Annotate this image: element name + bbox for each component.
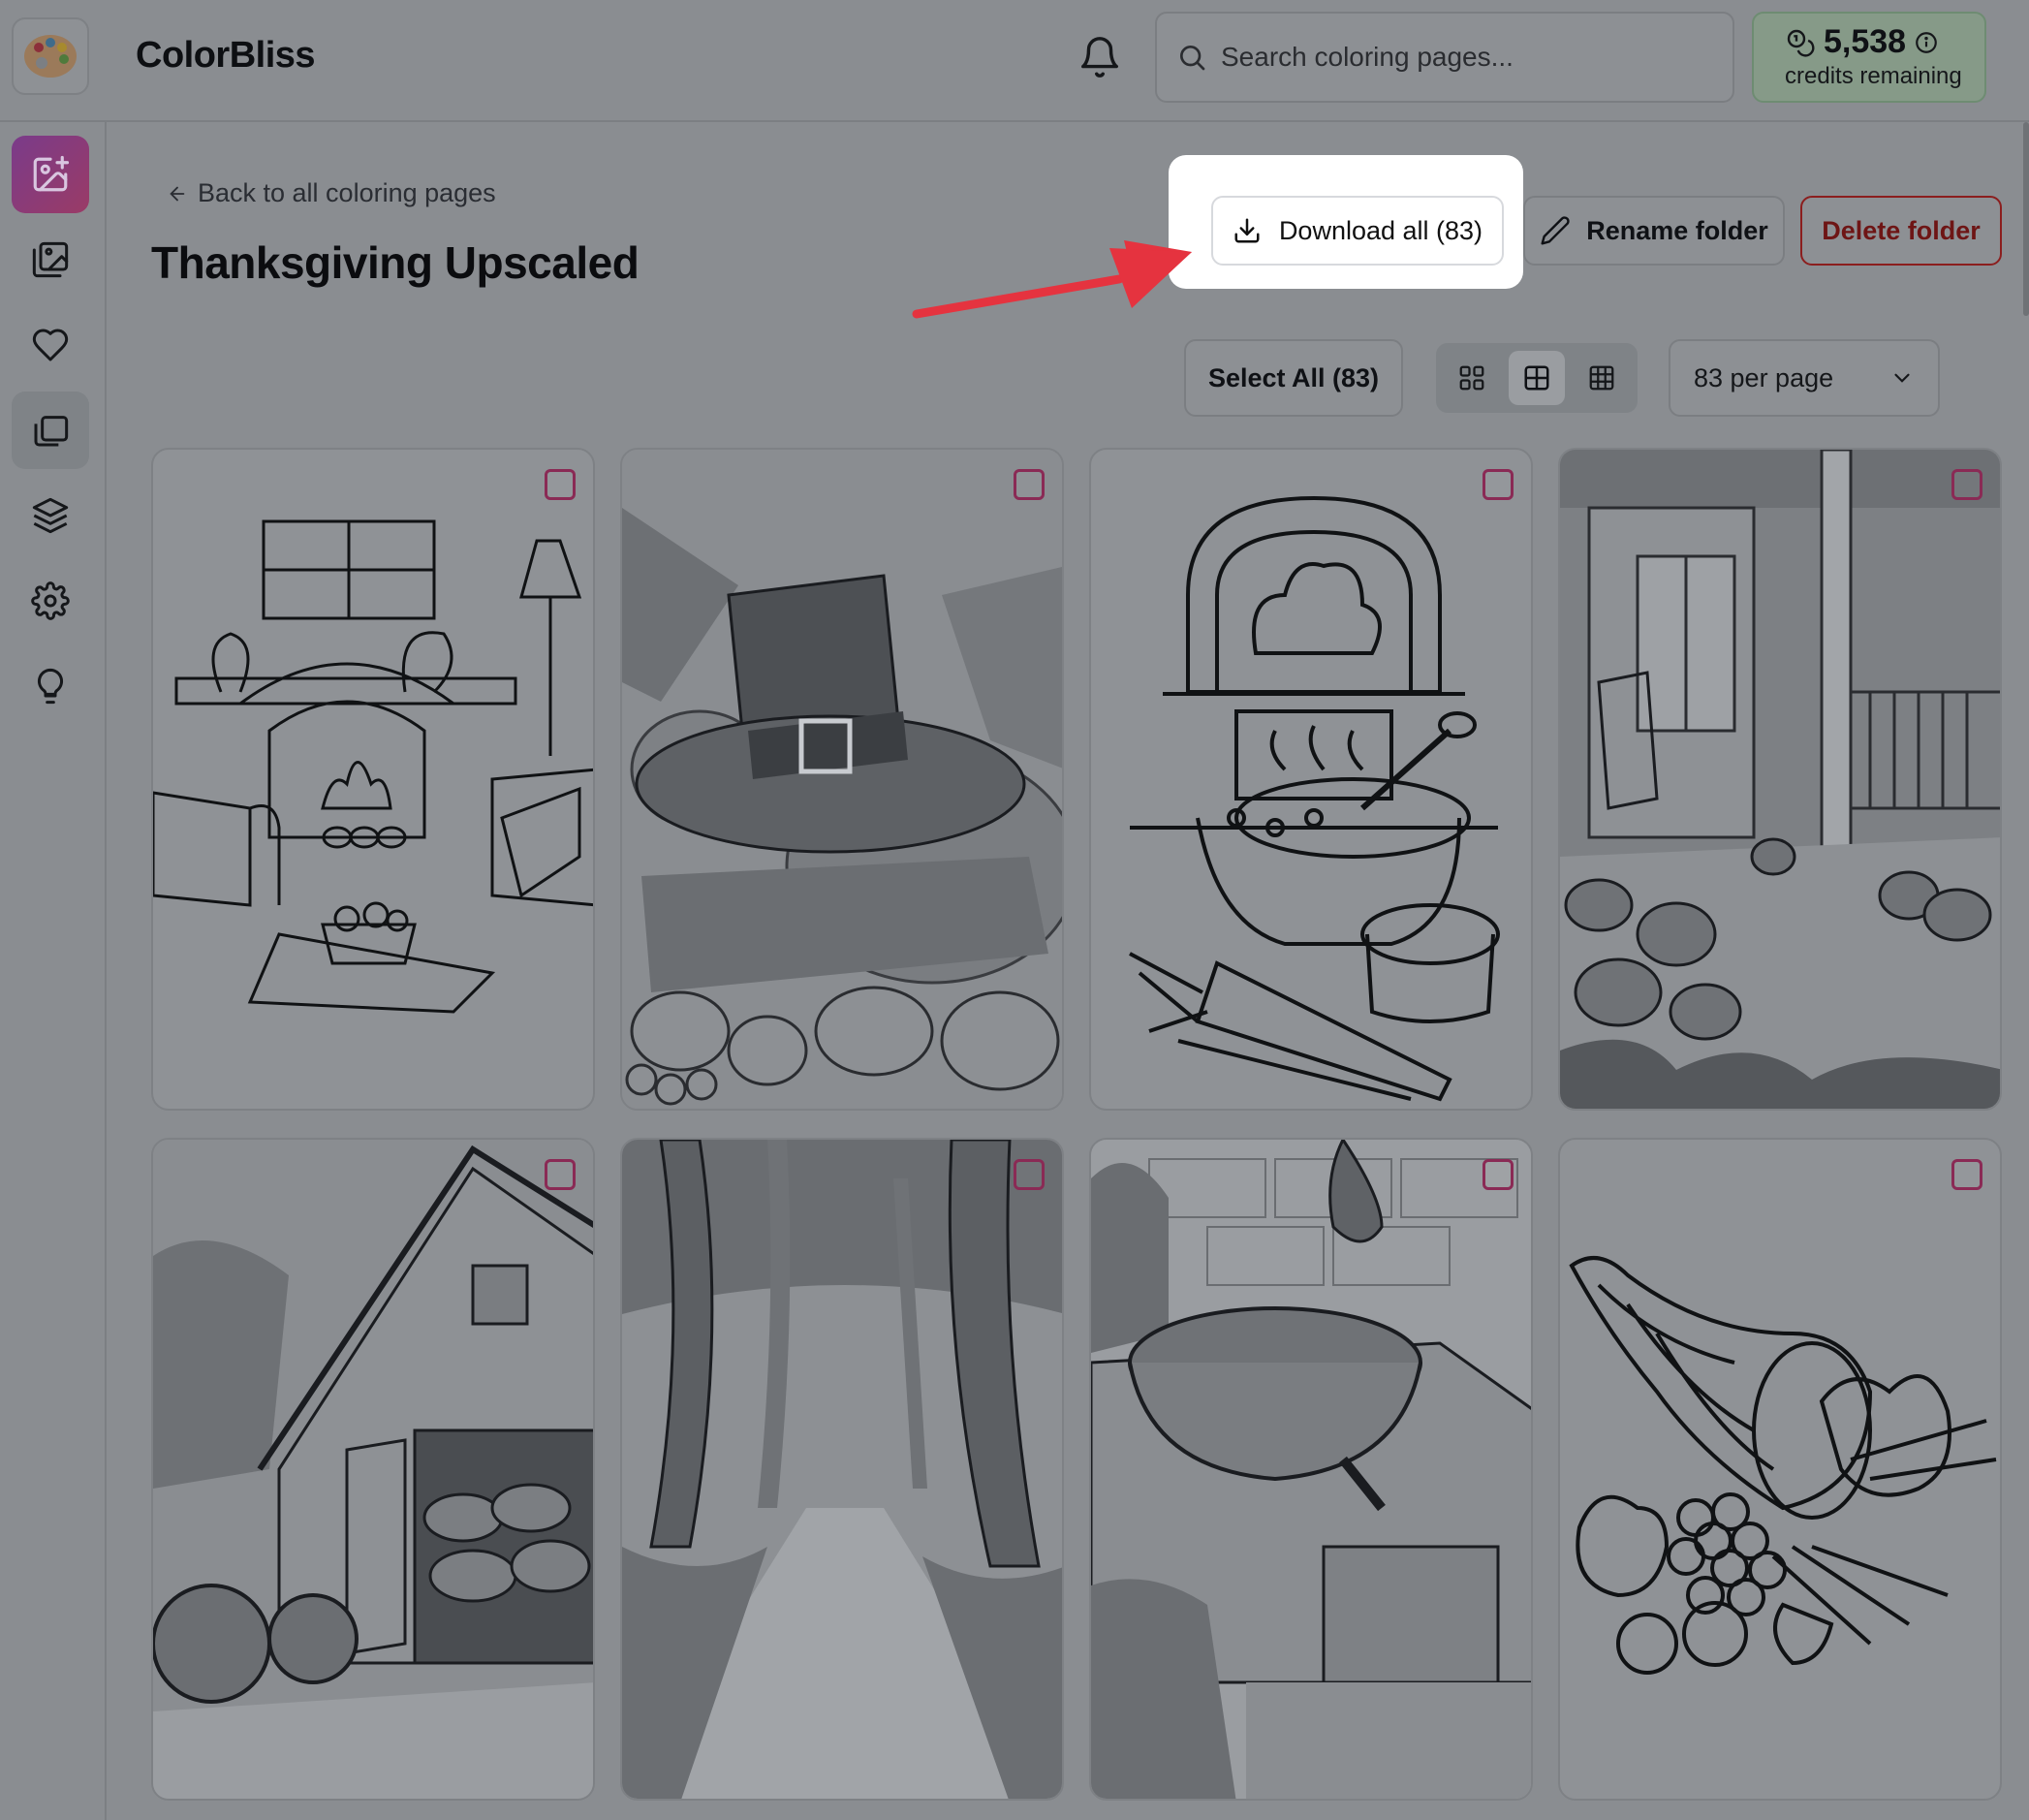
credits-label: credits remaining xyxy=(1785,63,1962,89)
back-link-label: Back to all coloring pages xyxy=(198,178,496,207)
page-scrollbar[interactable] xyxy=(2023,122,2029,316)
rename-folder-label: Rename folder xyxy=(1586,215,1768,245)
grid-4-icon xyxy=(1524,365,1549,391)
lightbulb-icon xyxy=(37,668,64,705)
credits-badge[interactable]: 5,538 credits remaining xyxy=(1752,12,1986,103)
select-all-button[interactable]: Select All (83) xyxy=(1184,339,1403,417)
coloring-card[interactable] xyxy=(620,1138,1064,1801)
sidebar-item-folders[interactable] xyxy=(12,392,89,469)
view-mode-toggle xyxy=(1436,343,1638,413)
logo[interactable] xyxy=(12,17,89,95)
top-bar: ColorBliss Search coloring pages... 5,53… xyxy=(0,0,2029,122)
search-input[interactable]: Search coloring pages... xyxy=(1155,12,1734,103)
small-grid-button[interactable] xyxy=(1573,351,1630,405)
delete-folder-label: Delete folder xyxy=(1822,215,1981,245)
select-checkbox[interactable] xyxy=(1951,469,1982,500)
select-checkbox[interactable] xyxy=(1014,469,1045,500)
download-all-label: Download all (83) xyxy=(1278,215,1483,245)
coins-icon xyxy=(1787,29,1815,57)
coloring-card[interactable] xyxy=(620,448,1064,1111)
large-grid-button[interactable] xyxy=(1444,351,1501,405)
search-icon xyxy=(1180,46,1205,71)
coloring-page-image xyxy=(153,1140,593,1799)
coloring-page-image xyxy=(1560,450,2000,1109)
brand-name[interactable]: ColorBliss xyxy=(136,35,316,77)
download-all-button[interactable]: Download all (83) xyxy=(1211,196,1504,266)
coloring-page-image xyxy=(153,519,593,1014)
sidebar xyxy=(0,122,107,1820)
palette-icon xyxy=(24,35,77,78)
back-link[interactable]: Back to all coloring pages xyxy=(167,178,496,208)
layers-icon xyxy=(32,497,69,534)
select-checkbox[interactable] xyxy=(545,469,576,500)
heart-icon xyxy=(32,329,69,361)
grid-2x2-icon xyxy=(1459,365,1484,391)
sidebar-item-create[interactable] xyxy=(12,136,89,213)
coloring-page-image xyxy=(1569,1256,1997,1675)
rename-folder-button[interactable]: Rename folder xyxy=(1523,196,1785,266)
sidebar-item-layers[interactable] xyxy=(12,477,89,554)
delete-folder-button[interactable]: Delete folder xyxy=(1800,196,2002,266)
search-placeholder: Search coloring pages... xyxy=(1221,42,1514,72)
sidebar-item-ideas[interactable] xyxy=(12,647,89,725)
select-checkbox[interactable] xyxy=(1483,469,1514,500)
gallery-icon xyxy=(32,241,69,278)
notifications-bell-icon[interactable] xyxy=(1077,35,1122,79)
coloring-page-image xyxy=(622,1140,1062,1799)
coloring-card[interactable] xyxy=(1558,448,2002,1111)
credits-value: 5,538 xyxy=(1824,23,1907,60)
sidebar-item-gallery[interactable] xyxy=(12,221,89,298)
coloring-card[interactable] xyxy=(1089,448,1533,1111)
per-page-select[interactable]: 83 per page xyxy=(1669,339,1940,417)
select-checkbox[interactable] xyxy=(545,1159,576,1190)
gear-icon xyxy=(31,581,70,620)
sidebar-item-settings[interactable] xyxy=(12,562,89,640)
folders-icon xyxy=(34,416,69,447)
medium-grid-button[interactable] xyxy=(1508,351,1566,405)
select-checkbox[interactable] xyxy=(1014,1159,1045,1190)
per-page-value: 83 per page xyxy=(1694,362,1834,392)
coloring-card[interactable] xyxy=(151,448,595,1111)
coloring-card[interactable] xyxy=(1089,1138,1533,1801)
coloring-page-image xyxy=(1129,495,1500,1102)
sidebar-item-favorites[interactable] xyxy=(12,306,89,384)
select-checkbox[interactable] xyxy=(1483,1159,1514,1190)
select-all-label: Select All (83) xyxy=(1207,362,1380,392)
coloring-page-image xyxy=(622,450,1062,1109)
image-plus-icon xyxy=(33,155,70,192)
arrow-left-icon xyxy=(170,186,185,201)
download-icon xyxy=(1234,218,1260,243)
coloring-card[interactable] xyxy=(151,1138,595,1801)
chevron-down-icon xyxy=(1894,373,1910,383)
pencil-icon xyxy=(1541,216,1570,245)
select-checkbox[interactable] xyxy=(1951,1159,1982,1190)
coloring-page-image xyxy=(1091,1140,1531,1799)
annotation-arrow xyxy=(912,240,1192,319)
info-icon[interactable] xyxy=(1914,30,1939,55)
page-title: Thanksgiving Upscaled xyxy=(151,237,640,288)
grid-3x3-icon xyxy=(1589,365,1614,391)
coloring-card[interactable] xyxy=(1558,1138,2002,1801)
